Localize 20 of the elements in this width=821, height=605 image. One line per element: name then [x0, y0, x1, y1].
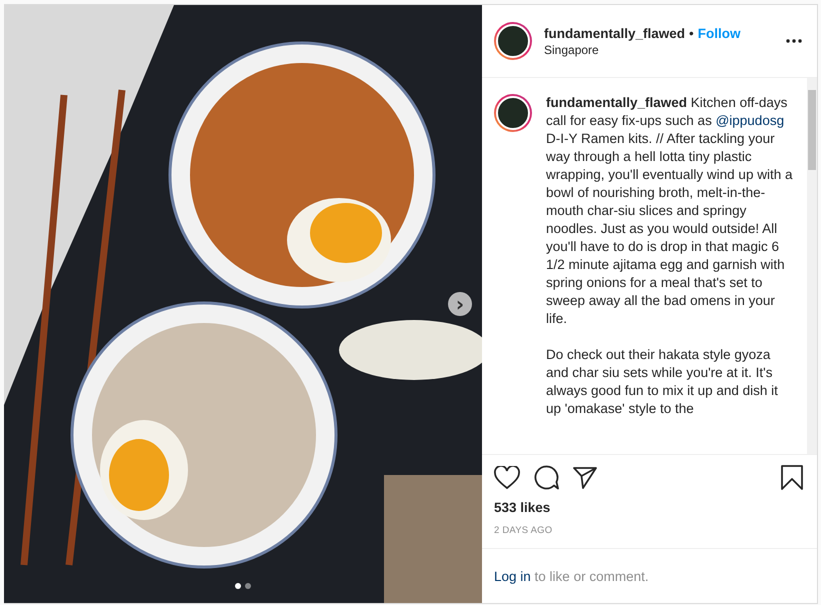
mention-link[interactable]: @ippudosg: [716, 113, 784, 128]
avatar[interactable]: [494, 22, 532, 60]
carousel-dot[interactable]: [245, 583, 251, 589]
bookmark-icon[interactable]: [781, 465, 803, 490]
login-link[interactable]: Log in: [494, 569, 531, 584]
location-link[interactable]: Singapore: [544, 42, 773, 56]
caption-text: Do check out their hakata style gyoza and char siu sets while you're at it. It's always good fun to mix it up and dish it up 'omakase' style to the: [546, 346, 779, 418]
username-link[interactable]: fundamentally_flawed: [544, 26, 686, 40]
avatar[interactable]: [494, 94, 532, 132]
heart-icon[interactable]: [494, 466, 520, 490]
post-time: 2 DAYS AGO: [494, 525, 552, 536]
more-options-icon[interactable]: [785, 38, 803, 44]
separator-dot: •: [689, 26, 694, 40]
scrollbar[interactable]: [807, 78, 817, 454]
likes-count[interactable]: 533 likes: [482, 494, 817, 515]
username-link[interactable]: fundamentally_flawed: [546, 95, 688, 110]
login-prompt: Log in to like or comment.: [494, 569, 649, 584]
caption-text: fundamentally_flawed Kitchen off-days call for easy fix-ups such as @ippudosg D-I-Y Ramen kits. // After tackling your way through a hell lotta tiny plastic wrapping, you'll eventually wind up with a bowl of nourishing broth, melt-in-the-mouth char-siu slices and springy noodles. Just as you would outside! All you'll have to do is drop in that magic 6 1/2 minute ajitama egg and garnish with spring onions for a meal that's set to sweep away all the bad omens in your life.: [546, 94, 793, 328]
share-icon[interactable]: [573, 466, 597, 488]
comment-icon[interactable]: [534, 465, 559, 490]
